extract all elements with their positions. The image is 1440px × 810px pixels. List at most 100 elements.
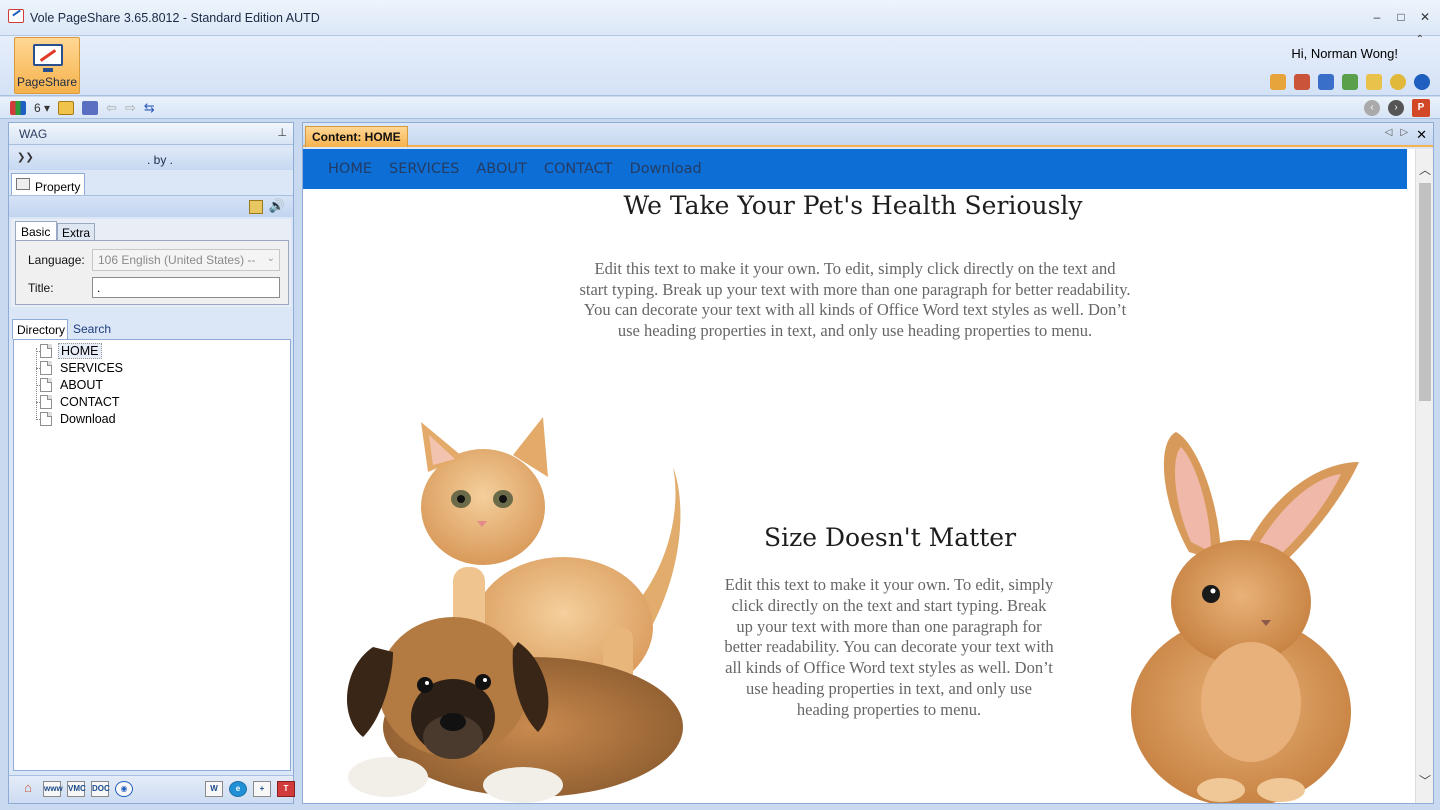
tab-extra[interactable]: Extra bbox=[57, 223, 95, 241]
powerpoint-icon[interactable]: P bbox=[1412, 99, 1430, 117]
sync-icon[interactable]: ⇆ bbox=[144, 100, 155, 116]
document-icon bbox=[40, 377, 52, 392]
scroll-up-icon[interactable]: ︿ bbox=[1418, 161, 1432, 178]
new-doc-icon[interactable]: + bbox=[253, 781, 271, 797]
monitor-icon bbox=[33, 44, 63, 66]
pageshare-button[interactable]: PageShare bbox=[14, 37, 80, 94]
language-select[interactable]: 106 English (United States) -- ⌄ bbox=[92, 249, 280, 271]
title-bar: Vole PageShare 3.65.8012 - Standard Edit… bbox=[0, 0, 1440, 36]
document-icon bbox=[40, 411, 52, 426]
directory-tree: HOME SERVICES ABOUT CONTACT Download bbox=[13, 339, 291, 771]
nav-link-home[interactable]: HOME bbox=[328, 161, 372, 177]
property-toolbar: 🔊 bbox=[9, 195, 293, 217]
content-tab-strip: Content: HOME ◁ ▷ ✕ bbox=[303, 123, 1433, 147]
title-field[interactable] bbox=[92, 277, 280, 298]
web-icon[interactable]: www bbox=[43, 781, 63, 797]
ribbon: PageShare ⌃ Hi, Norman Wong! bbox=[0, 34, 1440, 96]
palette-icon[interactable] bbox=[1270, 74, 1286, 90]
nav-link-services[interactable]: SERVICES bbox=[389, 161, 459, 177]
app-icon bbox=[8, 9, 24, 23]
tab-directory[interactable]: Directory bbox=[12, 319, 68, 339]
expand-icon[interactable]: ❯❯ bbox=[17, 152, 34, 163]
left-panel: WAG ⊥ ❯❯ . by . Property 🔊 Basic Extra L… bbox=[8, 122, 295, 804]
tools-icon[interactable] bbox=[1294, 74, 1310, 90]
window-title: Vole PageShare 3.65.8012 - Standard Edit… bbox=[30, 11, 320, 25]
user-greeting: Hi, Norman Wong! bbox=[1291, 46, 1398, 61]
title-label: Title: bbox=[28, 281, 54, 295]
tree-item-about[interactable]: ABOUT bbox=[40, 376, 105, 393]
tab-scroll-right-icon[interactable]: ▷ bbox=[1400, 127, 1408, 143]
ribbon-icon-group bbox=[1270, 74, 1430, 90]
scroll-thumb[interactable] bbox=[1419, 183, 1431, 401]
word-icon[interactable]: W bbox=[205, 781, 223, 797]
vmc-icon[interactable]: VMC bbox=[67, 781, 86, 797]
nav-link-download[interactable]: Download bbox=[630, 161, 702, 177]
save-icon[interactable] bbox=[58, 101, 75, 115]
minimize-button[interactable]: – bbox=[1370, 10, 1384, 24]
nav-forward-icon[interactable]: › bbox=[1388, 100, 1404, 116]
layers-icon[interactable] bbox=[82, 101, 99, 115]
intro-paragraph: Edit this text to make it your own. To e… bbox=[579, 259, 1131, 341]
tree-item-download[interactable]: Download bbox=[40, 410, 118, 427]
site-nav-bar: HOME SERVICES ABOUT CONTACT Download bbox=[303, 149, 1407, 189]
nav-link-contact[interactable]: CONTACT bbox=[544, 161, 613, 177]
content-panel: Content: HOME ◁ ▷ ✕ HOME SERVICES ABOUT … bbox=[302, 122, 1434, 804]
speaker-icon[interactable]: 🔊 bbox=[269, 198, 285, 214]
scroll-down-icon[interactable]: ﹀ bbox=[1418, 772, 1432, 789]
maximize-button[interactable]: □ bbox=[1394, 10, 1408, 24]
tab-search[interactable]: Search bbox=[71, 322, 113, 336]
home-icon[interactable]: ⌂ bbox=[19, 781, 37, 797]
nav-back-icon[interactable]: ‹ bbox=[1364, 100, 1380, 116]
section-heading: Size Doesn't Matter bbox=[763, 523, 1017, 552]
t-icon[interactable]: T bbox=[277, 781, 295, 797]
forward-icon[interactable]: ⇨ bbox=[125, 100, 136, 116]
site-info-bar: ❯❯ . by . bbox=[9, 148, 293, 170]
tab-property[interactable]: Property bbox=[11, 173, 85, 195]
rabbit-image bbox=[1131, 432, 1359, 803]
tree-item-contact[interactable]: CONTACT bbox=[40, 393, 122, 410]
kitten-puppy-image bbox=[346, 417, 683, 803]
panel-header: WAG ⊥ bbox=[9, 123, 293, 145]
ie-icon[interactable]: e bbox=[229, 781, 247, 797]
doc-icon[interactable]: DOC bbox=[91, 781, 110, 797]
pageshare-label: PageShare bbox=[16, 75, 78, 89]
window-controls: – □ ✕ bbox=[1370, 10, 1432, 24]
nav-link-about[interactable]: ABOUT bbox=[476, 161, 527, 177]
badge-icon[interactable] bbox=[1318, 74, 1334, 90]
quick-toolbar: 6 ▾ ⇦ ⇨ ⇆ ‹ › P bbox=[0, 97, 1440, 119]
collapse-ribbon-icon[interactable]: ⌃ bbox=[1416, 34, 1424, 45]
page-preview: HOME SERVICES ABOUT CONTACT Download We … bbox=[303, 149, 1433, 803]
close-window-button[interactable]: ✕ bbox=[1418, 10, 1432, 24]
flag-icon[interactable] bbox=[1342, 74, 1358, 90]
count-dropdown[interactable]: 6 ▾ bbox=[34, 101, 50, 115]
document-icon bbox=[40, 360, 52, 375]
tab-basic[interactable]: Basic bbox=[15, 221, 57, 241]
language-label: Language: bbox=[28, 253, 85, 267]
pin-icon[interactable]: ⊥ bbox=[277, 126, 287, 139]
timer-icon[interactable] bbox=[1390, 74, 1406, 90]
tab-scroll-left-icon[interactable]: ◁ bbox=[1385, 127, 1393, 143]
panel-bottom-toolbar: ⌂ www VMC DOC ◉ W e + T bbox=[9, 775, 295, 803]
chevron-down-icon: ⌄ bbox=[266, 253, 275, 264]
property-icon bbox=[16, 178, 30, 190]
tab-content-home[interactable]: Content: HOME bbox=[305, 126, 408, 147]
tree-item-services[interactable]: SERVICES bbox=[40, 359, 125, 376]
document-icon bbox=[40, 394, 52, 409]
site-byline: . by . bbox=[147, 153, 174, 167]
vertical-scrollbar[interactable]: ︿ ﹀ bbox=[1415, 149, 1433, 803]
wand-icon[interactable] bbox=[1366, 74, 1382, 90]
basic-panel: Language: 106 English (United States) --… bbox=[15, 240, 289, 305]
document-icon bbox=[40, 343, 52, 358]
tree-item-home[interactable]: HOME bbox=[40, 342, 102, 359]
panel-title: WAG bbox=[19, 127, 48, 141]
property-editor: Basic Extra Language: 106 English (Unite… bbox=[11, 219, 291, 307]
back-icon[interactable]: ⇦ bbox=[106, 100, 117, 116]
info-icon[interactable] bbox=[1414, 74, 1430, 90]
edit-icon[interactable] bbox=[249, 200, 263, 214]
section-paragraph: Edit this text to make it your own. To e… bbox=[724, 575, 1054, 719]
page-heading: We Take Your Pet's Health Seriously bbox=[623, 191, 1083, 220]
directory-tabs: Directory Search bbox=[9, 319, 293, 339]
view-icon[interactable]: ◉ bbox=[115, 781, 133, 797]
stats-icon[interactable] bbox=[10, 101, 26, 115]
close-tab-icon[interactable]: ✕ bbox=[1416, 127, 1427, 143]
